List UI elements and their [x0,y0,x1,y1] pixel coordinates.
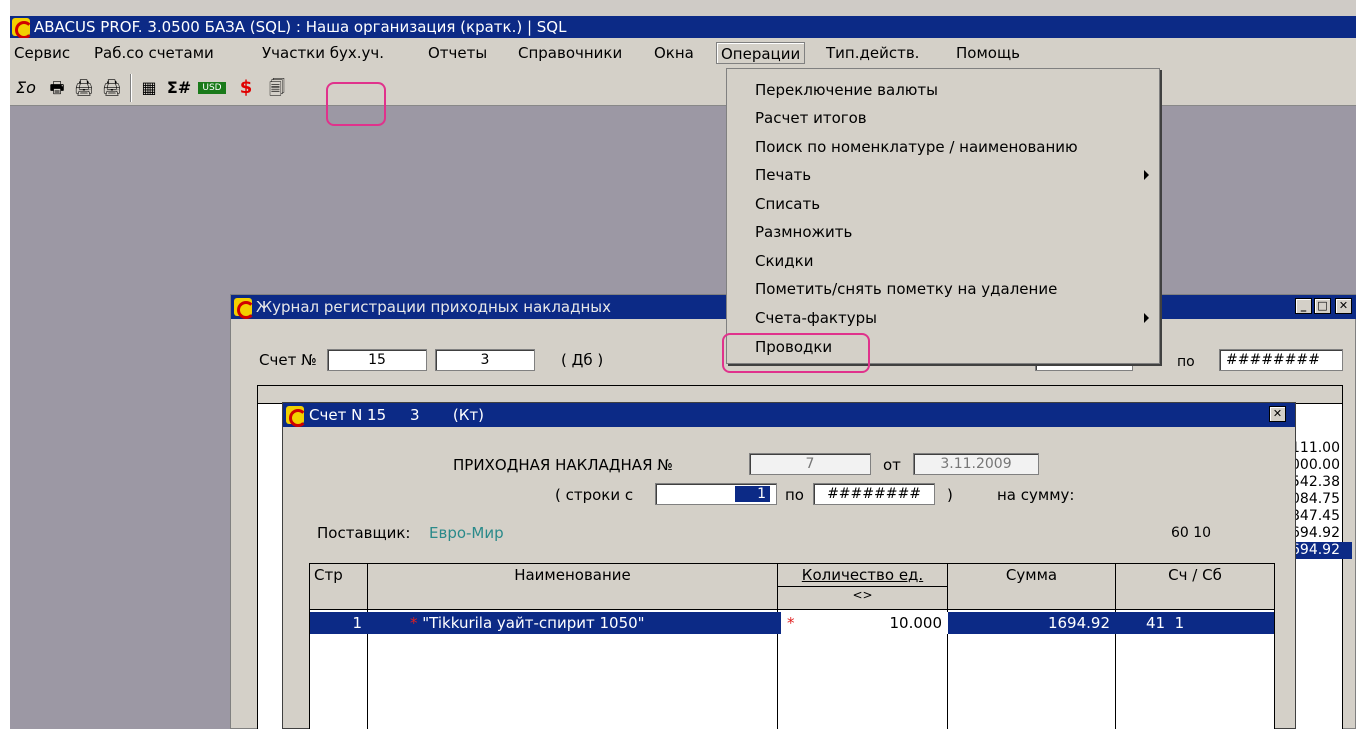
dd-currency-switch[interactable]: Переключение валюты [755,77,938,103]
journal-title: Журнал регистрации приходных накладных [256,298,611,316]
row-qty-cell[interactable]: * 10.000 [778,612,948,634]
menu-reports[interactable]: Отчеты [424,42,491,64]
invoice-grid: Стр Наименование Количество ед. <> Сумма… [309,563,1275,729]
doc-number-field[interactable]: 7 [749,453,871,475]
sigma-button[interactable]: Σo [12,77,40,99]
journal-to-field[interactable]: ######## [1219,349,1343,371]
dd-discounts[interactable]: Скидки [755,248,813,274]
side-value: 847.45 [1291,508,1340,524]
abacus-app-icon [12,18,33,39]
row-name: "Tikkurila уайт-спирит 1050" [422,614,645,632]
doc-label: ПРИХОДНАЯ НАКЛАДНАЯ № [453,456,673,474]
row-qty-marker-icon: * [787,614,795,632]
qty-header-label: Количество ед. [801,566,924,584]
operations-dropdown: Переключение валюты Расчет итогов Поиск … [726,68,1160,364]
account-field-2[interactable]: 3 [435,349,535,371]
side-value: 694.92 [1291,525,1340,541]
supplier-account: 60 10 [1171,525,1212,541]
printer-color-icon[interactable]: 🖨 [72,77,96,99]
submenu-arrow-icon [1144,313,1149,323]
col-header-account[interactable]: Сч / Сб [1116,564,1274,610]
row-qty: 10.000 [889,614,943,632]
row-marker-icon: * [410,614,423,632]
rows-from-label: ( строки с [555,486,634,504]
usd-button[interactable]: USD [198,82,226,94]
side-value: 000.00 [1291,457,1340,473]
menu-sections[interactable]: Участки бух.уч. [258,42,388,64]
supplier-name[interactable]: Евро-Мир [429,523,504,543]
row-sum-cell[interactable]: 1694.92 [948,612,1116,634]
account-field-1[interactable]: 15 [327,349,427,371]
side-value-selected[interactable]: 694.92 [1288,542,1352,559]
highlight-postings-item [722,333,870,373]
dd-duplicate[interactable]: Размножить [755,219,852,245]
col-header-line[interactable]: Стр [310,564,368,610]
dd-invoices[interactable]: Счета-фактуры [755,305,877,331]
app-title-bar: ABACUS PROF. 3.0500 БАЗА (SQL) : Наша ор… [10,16,1356,39]
dollar-button[interactable]: $ [236,77,256,99]
from-label: от [883,456,901,474]
printer-icon[interactable]: 🖨 [100,77,124,99]
row-line-number: 1 [310,612,368,634]
row-account-cell[interactable]: 41 1 [1116,612,1274,634]
side-value: 084.75 [1291,491,1340,507]
menu-windows[interactable]: Окна [650,42,698,64]
table-row[interactable]: 1 * "Tikkurila уайт-спирит 1050" * 10.000… [310,612,1274,634]
side-value: 111.00 [1291,440,1340,456]
invoice-title: Счет N 15 3 (Кт) [309,406,484,424]
col-header-name[interactable]: Наименование [368,564,778,610]
toolbar-separator [130,74,132,102]
menu-references[interactable]: Справочники [514,42,626,64]
rows-from-value: 1 [735,486,770,502]
col-header-qty[interactable]: Количество ед. <> [778,564,948,610]
app-window: ABACUS PROF. 3.0500 БАЗА (SQL) : Наша ор… [10,0,1356,729]
menu-help[interactable]: Помощь [952,42,1024,64]
submenu-arrow-icon [1144,170,1149,180]
calculator-icon[interactable]: ▦ [138,77,160,99]
debit-label: ( Дб ) [561,351,604,369]
abacus-app-icon [234,298,255,319]
rows-close-paren: ) [947,486,953,504]
invoice-title-bar: Счет N 15 3 (Кт) ✕ [283,403,1295,427]
dd-write-off[interactable]: Списать [755,191,820,217]
minimize-icon[interactable]: _ [1295,298,1312,314]
abacus-app-icon [286,406,307,427]
invoice-window: Счет N 15 3 (Кт) ✕ ПРИХОДНАЯ НАКЛАДНАЯ №… [282,402,1296,729]
rows-from-field[interactable]: 1 [655,483,777,505]
account-label: Счет № [259,351,317,369]
menu-bar: Сервис Раб.со счетами Участки бух.уч. От… [10,38,1356,68]
dd-calc-totals[interactable]: Расчет итогов [755,105,867,131]
sum-label: на сумму: [997,486,1075,504]
qty-sort-icon[interactable]: <> [778,586,947,603]
side-value: 542.38 [1291,474,1340,490]
rows-to-label: по [785,486,804,504]
dd-print[interactable]: Печать [755,162,811,188]
sigma-hash-button[interactable]: Σ# [166,77,192,99]
app-title: ABACUS PROF. 3.0500 БАЗА (SQL) : Наша ор… [34,18,567,36]
highlight-toolbar-button [326,82,386,126]
top-strip [10,0,1356,16]
rows-to-field[interactable]: ######## [813,483,935,505]
menu-typical-actions[interactable]: Тип.действ. [822,42,923,64]
row-name-cell[interactable]: * "Tikkurila уайт-спирит 1050" [368,612,778,634]
to-label: по [1177,354,1195,370]
close-icon[interactable]: ✕ [1335,298,1352,314]
dd-search-nomenclature[interactable]: Поиск по номенклатуре / наименованию [755,134,1078,160]
menu-servis[interactable]: Сервис [10,42,74,64]
col-header-sum[interactable]: Сумма [948,564,1116,610]
dd-mark-delete[interactable]: Пометить/снять пометку на удаление [755,276,1057,302]
menu-accounts[interactable]: Раб.со счетами [90,42,218,64]
supplier-label: Поставщик: [317,524,411,542]
menu-operations[interactable]: Операции [716,42,806,64]
maximize-icon[interactable]: □ [1314,298,1331,314]
print-icon[interactable]: 🖶 [46,77,68,99]
document-list-icon[interactable]: 🗐 [266,77,288,99]
doc-date-field[interactable]: 3.11.2009 [913,453,1039,475]
close-icon[interactable]: ✕ [1269,406,1286,422]
